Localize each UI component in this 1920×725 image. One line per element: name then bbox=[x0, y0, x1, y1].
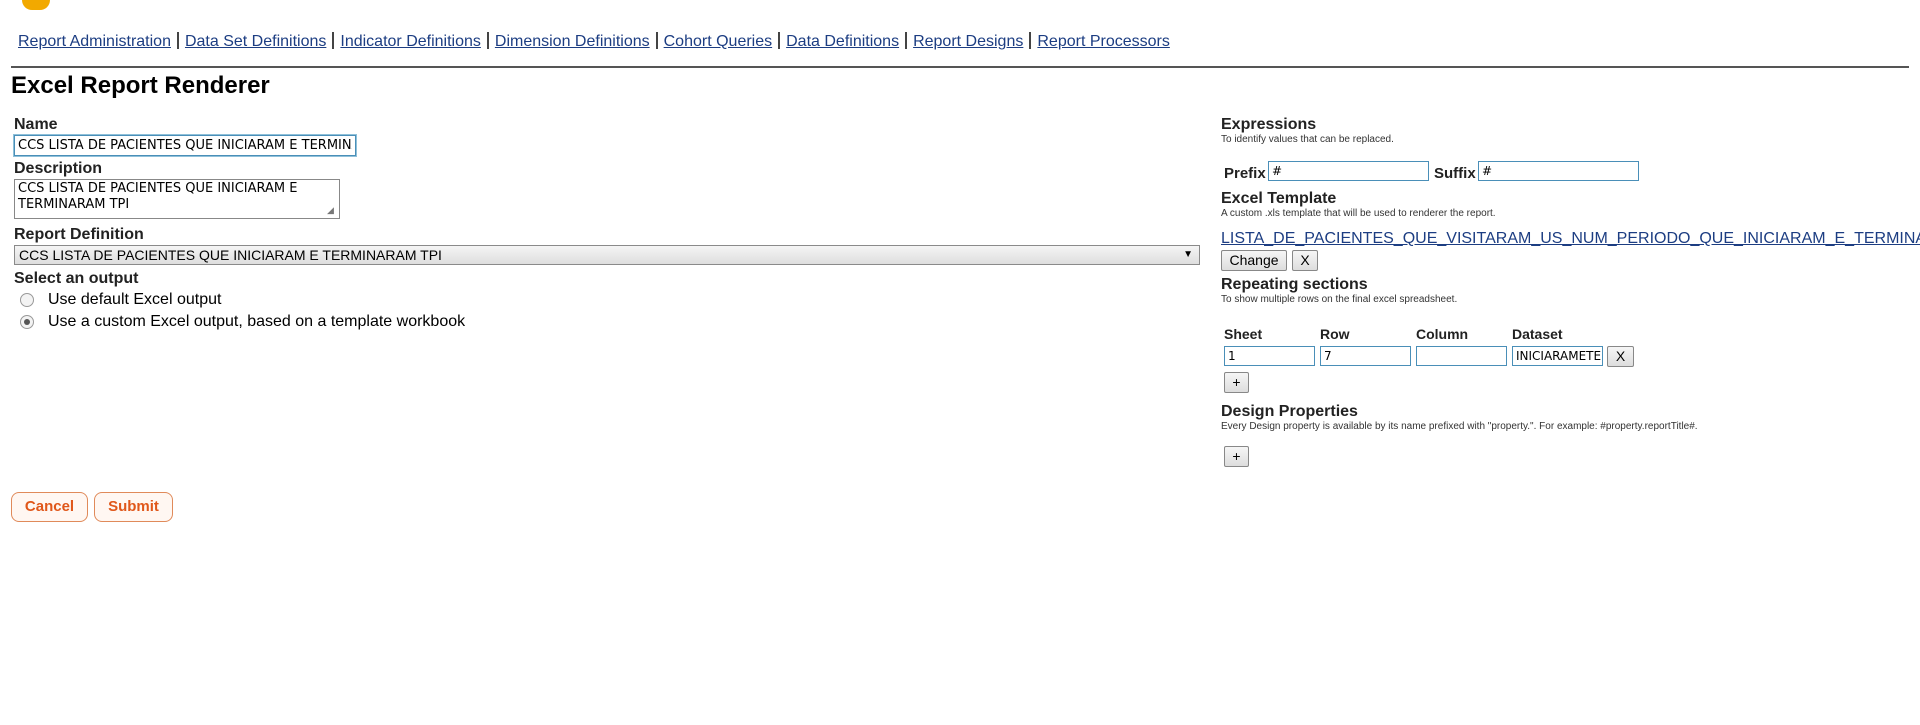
header-divider bbox=[11, 66, 1909, 68]
nav-report-processors[interactable]: Report Processors bbox=[1037, 33, 1170, 50]
report-definition-selected: CCS LISTA DE PACIENTES QUE INICIARAM E T… bbox=[19, 247, 442, 263]
expressions-title: Expressions bbox=[1221, 116, 1317, 133]
remove-repeating-row-button[interactable]: X bbox=[1607, 346, 1634, 367]
nav-separator bbox=[486, 32, 489, 49]
output-option-default[interactable]: Use default Excel output bbox=[20, 291, 221, 309]
report-definition-label: Report Definition bbox=[14, 226, 144, 243]
name-label: Name bbox=[14, 116, 58, 133]
add-repeating-section-button[interactable]: + bbox=[1224, 372, 1249, 393]
nav-report-administration[interactable]: Report Administration bbox=[18, 33, 171, 50]
column-header-sheet: Sheet bbox=[1224, 326, 1263, 342]
cancel-button[interactable]: Cancel bbox=[11, 492, 88, 522]
remove-template-button[interactable]: X bbox=[1292, 250, 1318, 271]
prefix-input[interactable]: # bbox=[1268, 161, 1429, 181]
design-properties-title: Design Properties bbox=[1221, 403, 1358, 420]
nav-dimension-definitions[interactable]: Dimension Definitions bbox=[495, 33, 650, 50]
suffix-input[interactable]: # bbox=[1478, 161, 1639, 181]
template-file-link[interactable]: LISTA_DE_PACIENTES_QUE_VISITARAM_US_NUM_… bbox=[1221, 230, 1920, 248]
column-header-dataset: Dataset bbox=[1512, 326, 1563, 342]
nav-separator bbox=[1029, 32, 1032, 49]
suffix-label: Suffix bbox=[1434, 165, 1476, 182]
nav-indicator-definitions[interactable]: Indicator Definitions bbox=[340, 33, 481, 50]
radio-custom-output[interactable] bbox=[20, 315, 34, 329]
excel-template-title: Excel Template bbox=[1221, 190, 1337, 207]
nav-separator bbox=[778, 32, 781, 49]
submit-button[interactable]: Submit bbox=[94, 492, 173, 522]
nav-separator bbox=[176, 32, 179, 49]
sheet-input[interactable]: 1 bbox=[1224, 346, 1315, 366]
report-definition-select[interactable]: CCS LISTA DE PACIENTES QUE INICIARAM E T… bbox=[14, 245, 1200, 265]
top-navigation: Report Administration Data Set Definition… bbox=[18, 32, 1170, 51]
repeating-sections-title: Repeating sections bbox=[1221, 276, 1368, 293]
prefix-label: Prefix bbox=[1224, 165, 1266, 182]
description-field[interactable]: CCS LISTA DE PACIENTES QUE INICIARAM E T… bbox=[14, 179, 340, 219]
nav-data-definitions[interactable]: Data Definitions bbox=[786, 33, 899, 50]
nav-separator bbox=[905, 32, 908, 49]
change-template-button[interactable]: Change bbox=[1221, 250, 1287, 271]
dataset-input[interactable]: INICIARAMETERMINARAMTPI bbox=[1512, 346, 1603, 366]
nav-cohort-queries[interactable]: Cohort Queries bbox=[664, 33, 773, 50]
column-header-column: Column bbox=[1416, 326, 1469, 342]
logo bbox=[22, 0, 50, 10]
excel-template-subtitle: A custom .xls template that will be used… bbox=[1221, 208, 1496, 219]
resize-grip-icon[interactable]: ◢ bbox=[327, 205, 337, 215]
chevron-down-icon: ▼ bbox=[1183, 249, 1193, 260]
nav-report-designs[interactable]: Report Designs bbox=[913, 33, 1023, 50]
name-field[interactable] bbox=[13, 134, 357, 157]
design-properties-subtitle: Every Design property is available by it… bbox=[1221, 421, 1698, 432]
output-option-default-label: Use default Excel output bbox=[48, 291, 222, 308]
column-header-row: Row bbox=[1320, 326, 1350, 342]
column-input[interactable] bbox=[1416, 346, 1507, 366]
add-design-property-button[interactable]: + bbox=[1224, 446, 1249, 467]
description-label: Description bbox=[14, 160, 103, 177]
output-option-custom-label: Use a custom Excel output, based on a te… bbox=[48, 313, 466, 330]
repeating-sections-subtitle: To show multiple rows on the final excel… bbox=[1221, 294, 1458, 305]
radio-default-output[interactable] bbox=[20, 293, 34, 307]
page-title: Excel Report Renderer bbox=[11, 72, 270, 99]
nav-data-set-definitions[interactable]: Data Set Definitions bbox=[185, 33, 326, 50]
output-option-custom[interactable]: Use a custom Excel output, based on a te… bbox=[20, 313, 465, 331]
row-input[interactable]: 7 bbox=[1320, 346, 1411, 366]
output-label: Select an output bbox=[14, 270, 139, 287]
nav-separator bbox=[332, 32, 335, 49]
nav-separator bbox=[655, 32, 658, 49]
expressions-subtitle: To identify values that can be replaced. bbox=[1221, 134, 1394, 145]
